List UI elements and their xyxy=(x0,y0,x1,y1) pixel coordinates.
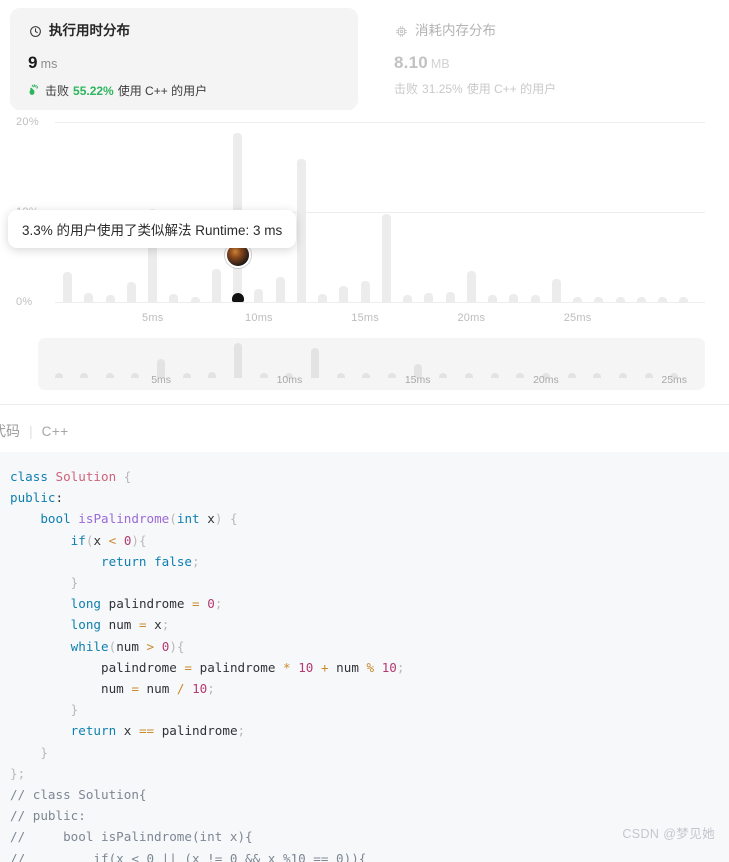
chart-bar[interactable] xyxy=(318,293,328,302)
chart-bar[interactable] xyxy=(63,272,73,302)
brush-tick-label: 10ms xyxy=(276,374,303,386)
chart-bar[interactable] xyxy=(360,281,370,302)
chart-bar[interactable] xyxy=(488,294,498,302)
x-axis-tick-label: 25ms xyxy=(563,312,592,324)
brush-x-axis: 5ms 10ms 15ms 20ms 25ms xyxy=(38,374,705,388)
brush-bar xyxy=(234,342,243,378)
brush-bars xyxy=(38,338,705,378)
chart-bar[interactable] xyxy=(658,297,668,302)
memory-beat-row: 击败 31.25% 使用 C++ 的用户 xyxy=(394,83,706,95)
stats-row: 执行用时分布 9 ms 击败 55.22% 使用 C++ 的用户 消耗内存分布 … xyxy=(0,0,729,110)
chart-bar[interactable] xyxy=(381,213,391,302)
watermark: CSDN @梦见她 xyxy=(622,827,715,841)
runtime-value: 9 xyxy=(28,53,38,72)
runtime-unit: ms xyxy=(40,57,58,71)
memory-unit: MB xyxy=(430,57,450,71)
chart-bar[interactable] xyxy=(615,297,625,302)
gridline xyxy=(55,302,705,303)
runtime-beat-percent: 55.22% xyxy=(73,83,114,98)
section-divider xyxy=(0,404,729,405)
chart-bar[interactable] xyxy=(84,293,94,302)
chart-bar[interactable] xyxy=(211,268,221,302)
chart-tooltip: 3.3% 的用户使用了类似解法 Runtime: 3 ms xyxy=(8,210,297,248)
chart-brush-selector[interactable]: 5ms 10ms 15ms 20ms 25ms xyxy=(38,338,705,390)
chart-bar[interactable] xyxy=(509,293,519,302)
memory-beat-suffix: 使用 C++ 的用户 xyxy=(466,82,557,96)
chart-bar[interactable] xyxy=(126,282,136,302)
x-axis-tick-label: 10ms xyxy=(245,312,273,324)
clap-hands-icon xyxy=(28,83,41,98)
chart-bar[interactable] xyxy=(551,278,561,302)
memory-beat-prefix: 击败 xyxy=(394,82,419,96)
code-section-header: 代码 | C++ xyxy=(0,421,69,441)
memory-value-row: 8.10 MB xyxy=(394,54,706,71)
runtime-card-header: 执行用时分布 xyxy=(28,24,340,38)
chart-bar[interactable] xyxy=(169,293,179,302)
chart-bar[interactable] xyxy=(190,296,200,302)
brush-tick-label: 15ms xyxy=(404,374,431,386)
chart-bar[interactable] xyxy=(530,294,540,302)
chart-bar[interactable] xyxy=(573,296,583,302)
chart-bar[interactable] xyxy=(275,276,285,302)
chart-bar[interactable] xyxy=(254,288,264,302)
runtime-stat-card[interactable]: 执行用时分布 9 ms 击败 55.22% 使用 C++ 的用户 xyxy=(10,8,358,110)
runtime-distribution-chart[interactable]: 0%10%20% 5ms10ms15ms20ms25ms 3.3% 的用户使用了… xyxy=(0,110,729,400)
chart-bar[interactable] xyxy=(466,271,476,302)
chart-bar[interactable] xyxy=(636,297,646,302)
chart-bar[interactable] xyxy=(424,293,434,302)
memory-value: 8.10 xyxy=(394,53,428,72)
chart-bar[interactable] xyxy=(594,297,604,302)
chart-x-axis: 5ms 10ms 15ms 20ms 25ms xyxy=(55,312,705,328)
code-content: class Solution { public: bool isPalindro… xyxy=(10,469,405,862)
code-header-separator: | xyxy=(29,423,33,439)
memory-stat-card[interactable]: 消耗内存分布 8.10 MB 击败 31.25% 使用 C++ 的用户 xyxy=(376,8,724,110)
memory-card-title: 消耗内存分布 xyxy=(415,23,496,39)
chart-bar[interactable] xyxy=(403,294,413,302)
runtime-card-title: 执行用时分布 xyxy=(49,23,130,39)
runtime-beat-row: 击败 55.22% 使用 C++ 的用户 xyxy=(28,83,340,98)
runtime-beat-suffix: 使用 C++ 的用户 xyxy=(117,83,208,98)
y-axis-tick-label: 20% xyxy=(16,116,39,128)
code-viewer[interactable]: class Solution { public: bool isPalindro… xyxy=(0,452,729,862)
code-label: 代码 xyxy=(0,423,20,439)
memory-card-header: 消耗内存分布 xyxy=(394,24,706,38)
runtime-beat-prefix: 击败 xyxy=(45,83,70,98)
chart-bar[interactable] xyxy=(339,285,349,302)
brush-tick-label: 20ms xyxy=(533,374,559,386)
chart-bar[interactable] xyxy=(445,292,455,302)
memory-chip-icon xyxy=(394,24,408,38)
code-language-label[interactable]: C++ xyxy=(42,424,69,439)
y-axis-tick-label: 0% xyxy=(16,296,33,308)
x-axis-tick-label: 15ms xyxy=(351,312,379,324)
chart-bar[interactable] xyxy=(105,294,115,302)
chart-bar[interactable] xyxy=(296,158,306,302)
x-axis-tick-label: 20ms xyxy=(457,312,486,324)
runtime-value-row: 9 ms xyxy=(28,54,340,71)
selected-bar-indicator xyxy=(231,293,244,302)
clock-icon xyxy=(28,24,42,38)
memory-beat-percent: 31.25% xyxy=(422,82,463,96)
chart-bar[interactable] xyxy=(679,297,689,302)
brush-tick-label: 25ms xyxy=(661,374,688,386)
brush-tick-label: 5ms xyxy=(151,374,172,386)
x-axis-tick-label: 5ms xyxy=(142,312,164,324)
